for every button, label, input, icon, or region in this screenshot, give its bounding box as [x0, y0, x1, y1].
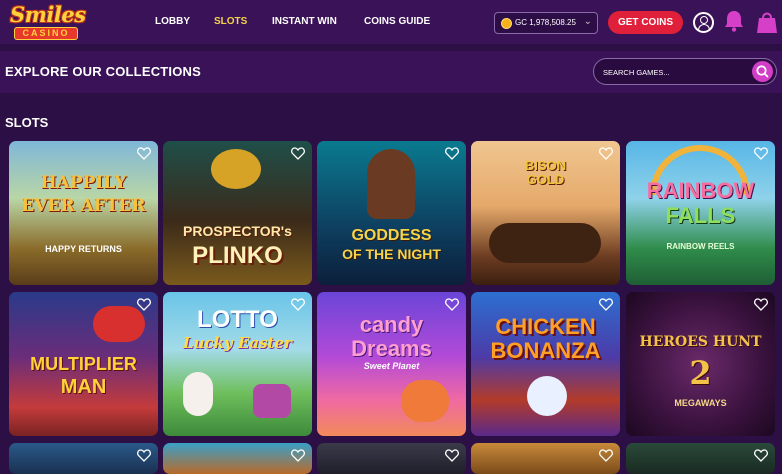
explore-collections-bar: EXPLORE OUR COLLECTIONS — [0, 51, 782, 93]
favorite-heart-icon[interactable] — [445, 298, 459, 311]
game-tile-prospectors-plinko[interactable]: PROSPECTOR's PLINKO — [163, 141, 312, 285]
game-title-line1: BISON — [524, 158, 567, 173]
search-button[interactable] — [752, 61, 773, 82]
nav-instant-win[interactable]: INSTANT WIN — [272, 16, 337, 27]
user-account-icon[interactable] — [693, 12, 714, 33]
game-tile-partial[interactable] — [626, 443, 775, 474]
coin-balance-dropdown[interactable]: GC 1,978,508.25 ⌄ — [494, 12, 598, 34]
nav-coins-guide[interactable]: COINS GUIDE — [364, 16, 430, 27]
game-tile-multiplier-man[interactable]: MULTIPLIER MAN — [9, 292, 158, 436]
favorite-heart-icon[interactable] — [754, 298, 768, 311]
game-tile-candy-dreams[interactable]: candy Dreams Sweet Planet — [317, 292, 466, 436]
search-icon — [756, 65, 769, 78]
easter-bunny-art — [183, 372, 213, 416]
game-title-line1: RAINBOW — [646, 178, 755, 203]
game-subtitle: HAPPY RETURNS — [45, 244, 122, 254]
game-title-line1: LOTTO — [197, 306, 278, 333]
easter-basket-art — [253, 384, 291, 418]
game-title-line1: candy — [359, 312, 424, 337]
game-subtitle: Sweet Planet — [363, 361, 420, 371]
balance-value: GC 1,978,508.25 — [515, 18, 576, 27]
candy-cat-art — [401, 380, 449, 422]
favorite-heart-icon[interactable] — [754, 147, 768, 160]
search-input[interactable] — [603, 64, 743, 80]
favorite-heart-icon[interactable] — [137, 449, 151, 462]
game-title-line2: GOLD — [526, 172, 565, 187]
game-tile-lotto-lucky-easter[interactable]: LOTTO Lucky Easter — [163, 292, 312, 436]
game-subtitle: RAINBOW REELS — [666, 242, 735, 251]
prospector-hat-art — [211, 149, 261, 189]
game-title-line2: PLINKO — [192, 242, 283, 269]
favorite-heart-icon[interactable] — [445, 449, 459, 462]
logo-wordmark: Smiles — [10, 2, 86, 27]
game-tile-rainbow-falls[interactable]: RAINBOW FALLS RAINBOW REELS — [626, 141, 775, 285]
game-title-line2: MAN — [60, 376, 107, 398]
favorite-heart-icon[interactable] — [599, 449, 613, 462]
favorite-heart-icon[interactable] — [445, 147, 459, 160]
hero-character-art — [93, 306, 145, 342]
favorite-heart-icon[interactable] — [291, 147, 305, 160]
gold-coin-icon — [501, 18, 512, 29]
game-title-line1: GODDESS — [351, 227, 432, 244]
game-subtitle: MEGAWAYS — [674, 398, 727, 408]
nav-slots[interactable]: SLOTS — [214, 16, 247, 27]
game-title-line1: CHICKEN — [495, 314, 596, 339]
game-tile-chicken-bonanza[interactable]: CHICKEN BONANZA — [471, 292, 620, 436]
favorite-heart-icon[interactable] — [599, 147, 613, 160]
game-tile-partial[interactable] — [163, 443, 312, 474]
favorite-heart-icon[interactable] — [754, 449, 768, 462]
shopping-bag-icon[interactable] — [756, 10, 778, 34]
goddess-character-art — [367, 149, 415, 219]
nav-lobby[interactable]: LOBBY — [155, 16, 190, 27]
slots-section-title: SLOTS — [5, 115, 49, 130]
game-title-line1: HAPPILY — [40, 173, 127, 193]
game-tile-bison-gold[interactable]: BISON GOLD — [471, 141, 620, 285]
favorite-heart-icon[interactable] — [291, 298, 305, 311]
game-tile-partial[interactable] — [471, 443, 620, 474]
smiles-casino-logo[interactable]: Smiles CASINO — [4, 2, 86, 44]
game-title-line2: BONANZA — [490, 338, 601, 363]
game-title-line2: EVER AFTER — [21, 196, 146, 216]
game-title-line1: HEROES HUNT — [639, 334, 762, 350]
favorite-heart-icon[interactable] — [137, 298, 151, 311]
favorite-heart-icon[interactable] — [291, 449, 305, 462]
game-title-line1: PROSPECTOR's — [183, 223, 292, 239]
bison-herd-art — [489, 223, 601, 263]
game-tile-partial[interactable] — [9, 443, 158, 474]
favorite-heart-icon[interactable] — [137, 147, 151, 160]
favorite-heart-icon[interactable] — [599, 298, 613, 311]
get-coins-button[interactable]: GET COINS — [608, 11, 683, 34]
game-title-line2: Dreams — [351, 336, 432, 361]
game-tile-heroes-hunt-2[interactable]: HEROES HUNT 2 MEGAWAYS — [626, 292, 775, 436]
chevron-down-icon: ⌄ — [583, 16, 592, 27]
game-title-line2: FALLS — [665, 203, 736, 228]
search-box — [593, 58, 777, 85]
game-title-line1: MULTIPLIER — [30, 354, 137, 374]
game-title-line2: OF THE NIGHT — [342, 246, 441, 262]
game-title-line2: Lucky Easter — [183, 334, 292, 352]
game-tile-happily-ever-after[interactable]: HAPPILY EVER AFTER HAPPY RETURNS — [9, 141, 158, 285]
logo-subtitle: CASINO — [14, 27, 78, 40]
chicken-character-art — [527, 376, 567, 416]
explore-title: EXPLORE OUR COLLECTIONS — [5, 64, 202, 79]
game-tile-goddess-of-the-night[interactable]: GODDESS OF THE NIGHT — [317, 141, 466, 285]
top-navigation-bar: Smiles CASINO LOBBY SLOTS INSTANT WIN CO… — [0, 0, 782, 44]
game-tile-partial[interactable] — [317, 443, 466, 474]
bell-icon[interactable] — [724, 10, 744, 32]
game-title-line2: 2 — [689, 354, 712, 392]
